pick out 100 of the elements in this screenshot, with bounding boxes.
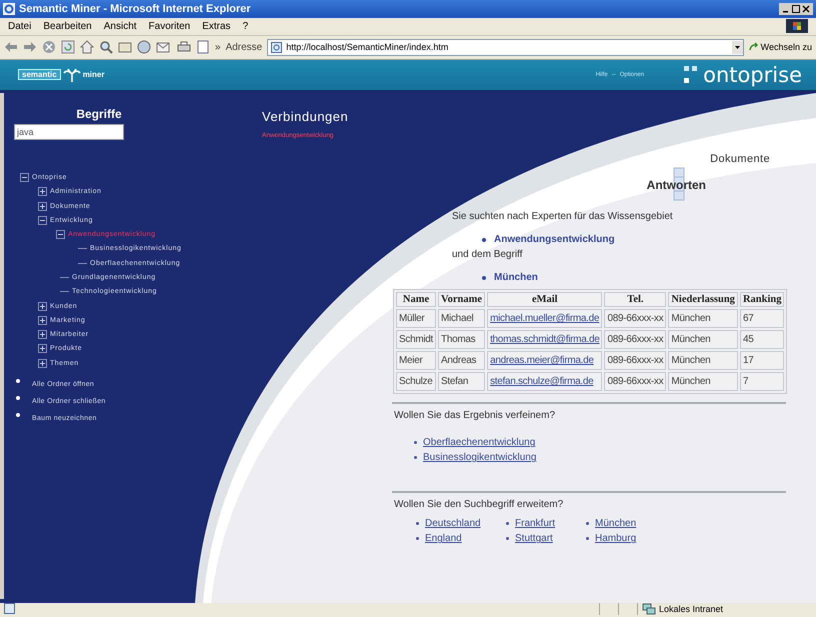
refine-question: Wollen Sie das Ergebnis verfeinem?	[394, 410, 556, 422]
expander-icon[interactable]	[38, 344, 47, 354]
table-cell: 089-66xxx-xx	[604, 372, 666, 392]
table-cell: Schmidt	[396, 330, 436, 350]
bullet-icon	[16, 413, 20, 418]
table-cell: 17	[740, 351, 784, 370]
email-link[interactable]: andreas.meier@firma.de	[490, 355, 594, 366]
table-cell: Michael	[438, 309, 486, 328]
go-arrow-icon	[748, 42, 759, 52]
answers-title: Antworten	[646, 178, 706, 192]
expander-icon[interactable]	[38, 216, 47, 225]
location-link[interactable]: Deutschland	[425, 518, 481, 530]
bullet-icon	[586, 522, 589, 526]
column-header: Vorname	[438, 292, 486, 308]
column-header: eMail	[487, 292, 602, 308]
table-cell: Meier	[396, 351, 436, 370]
table-cell: Andreas	[438, 351, 486, 370]
table-cell: München	[668, 372, 738, 392]
brand-logo: ontoprise	[703, 64, 802, 86]
location-link[interactable]: Frankfurt	[515, 518, 556, 530]
address-field[interactable]: http://localhost/SemanticMiner/index.htm	[267, 38, 744, 56]
table-cell: München	[668, 351, 738, 370]
close-icon[interactable]	[802, 4, 810, 13]
expand-question: Wollen Sie den Suchbegriff erweitem?	[394, 499, 564, 510]
windows-logo-icon	[786, 19, 808, 34]
search-icon[interactable]	[99, 40, 113, 54]
bullet-icon	[586, 537, 589, 540]
search-term: München	[494, 272, 538, 284]
stop-icon[interactable]	[42, 40, 56, 54]
maximize-icon[interactable]	[792, 4, 800, 13]
bullet-icon	[416, 537, 419, 540]
menu-item[interactable]: Datei	[8, 20, 32, 32]
mail-icon[interactable]	[156, 40, 172, 54]
menu-item[interactable]: Bearbeiten	[43, 20, 92, 32]
bullet-icon	[506, 537, 509, 540]
location-link[interactable]: München	[595, 518, 636, 530]
browser-icon	[3, 2, 15, 15]
document-icon[interactable]	[196, 40, 210, 54]
menu-item[interactable]: Ansicht	[104, 20, 137, 32]
table-cell: Schulze	[396, 372, 436, 392]
logo-text: semantic	[18, 69, 61, 80]
home-icon[interactable]	[80, 40, 94, 54]
table-cell: 089-66xxx-xx	[604, 330, 666, 350]
query-text: und dem Begriff	[452, 249, 522, 260]
zone-label: Lokales Intranet	[659, 604, 724, 614]
bullet-icon	[482, 276, 486, 280]
logo-text: miner	[82, 70, 104, 80]
page-icon	[4, 603, 15, 614]
column-header: Ranking	[740, 292, 784, 308]
refine-link[interactable]: Oberflaechenentwicklung	[423, 437, 536, 448]
bullet-icon	[16, 396, 20, 400]
table-cell: 089-66xxx-xx	[604, 309, 666, 328]
bullet-icon	[506, 522, 509, 526]
forward-arrow-icon[interactable]	[23, 41, 37, 54]
bullet-icon	[414, 441, 417, 444]
bullet-icon	[16, 379, 20, 384]
table-cell: München	[668, 330, 738, 350]
bullet-icon	[416, 522, 419, 526]
sidebar-title: Begriffe	[75, 107, 123, 122]
column-header: Tel.	[604, 292, 666, 308]
search-term: Anwendungsentwicklung	[494, 234, 615, 246]
more-button[interactable]: »	[215, 42, 221, 53]
window-title: Semantic Miner - Microsoft Internet Explorer	[19, 2, 252, 15]
menu-item[interactable]: ?	[242, 20, 248, 32]
column-header: Name	[396, 292, 436, 308]
bullet-icon	[482, 238, 486, 242]
search-field[interactable]: java	[14, 124, 124, 140]
menu-item[interactable]: Extras	[202, 20, 231, 32]
menu-item[interactable]: Favoriten	[148, 20, 190, 32]
refine-link[interactable]: Businesslogikentwicklung	[423, 452, 536, 464]
expander-icon[interactable]	[38, 330, 47, 340]
location-link[interactable]: Stuttgart	[515, 533, 553, 544]
go-button[interactable]: Wechseln zu	[748, 42, 812, 52]
table-cell: Müller	[396, 309, 436, 328]
documents-title: Dokumente	[710, 153, 770, 166]
refresh-icon[interactable]	[61, 40, 75, 54]
printer-icon[interactable]	[177, 40, 191, 54]
table-cell: Thomas	[438, 330, 486, 350]
email-link[interactable]: thomas.schmidt@firma.de	[490, 334, 600, 346]
expander-icon[interactable]	[38, 316, 47, 325]
table-cell: Stefan	[438, 372, 486, 392]
bullet-icon	[414, 456, 417, 460]
expander-icon[interactable]	[38, 187, 47, 196]
back-arrow-icon[interactable]	[4, 41, 18, 54]
table-cell: München	[668, 309, 738, 328]
email-link[interactable]: stefan.schulze@firma.de	[490, 376, 594, 388]
email-link[interactable]: michael.mueller@firma.de	[490, 313, 600, 324]
expander-icon[interactable]	[38, 302, 47, 311]
section-title: Verbindungen	[262, 109, 350, 124]
table-cell: 089-66xxx-xx	[604, 351, 666, 370]
expander-icon[interactable]	[38, 202, 47, 211]
palm-tree-icon	[62, 68, 81, 82]
location-link[interactable]: Hamburg	[595, 533, 636, 544]
table-cell: 67	[740, 309, 784, 328]
location-link[interactable]: England	[425, 533, 462, 544]
expander-icon[interactable]	[56, 230, 65, 240]
expander-icon[interactable]	[38, 358, 47, 368]
expander-icon[interactable]	[20, 172, 29, 182]
column-header: Niederlassung	[668, 292, 738, 308]
dropdown-icon[interactable]	[732, 40, 743, 54]
